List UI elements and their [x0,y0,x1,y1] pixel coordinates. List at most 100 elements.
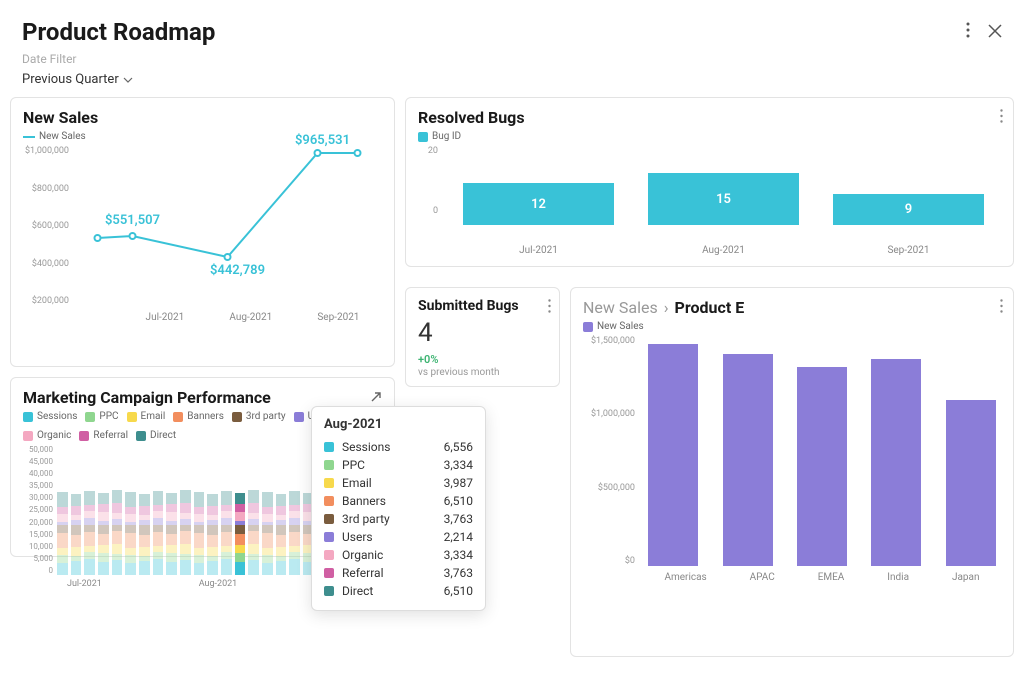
pe-bar[interactable] [946,400,996,566]
mk-ytick: 5,000 [23,554,53,563]
mk-segment [71,515,82,520]
mk-column[interactable] [98,493,109,575]
mk-column[interactable] [207,494,218,575]
mk-segment [235,525,246,534]
legend-swatch [85,412,95,422]
mk-column[interactable] [139,494,150,575]
pe-bar[interactable] [648,344,698,566]
header-more-icon[interactable] [966,22,970,42]
crumb-parent[interactable]: New Sales [583,298,658,317]
mk-segment [289,532,300,546]
rb-bar[interactable]: 15 [648,173,800,225]
mk-segment [98,553,109,562]
mk-segment [112,519,123,525]
mk-ytick: 30,000 [23,493,53,502]
product-e-chart[interactable]: $1,500,000 $1,000,000 $500,000 $0 Americ… [583,336,1001,606]
tooltip-row: Referral3,763 [324,564,473,582]
mk-segment [98,534,109,545]
mk-column[interactable] [221,491,232,575]
mk-column[interactable] [262,492,273,575]
mk-column[interactable] [180,490,191,575]
mk-segment [276,561,287,575]
mk-segment [235,493,246,504]
new-sales-line-chart[interactable]: $551,507 $442,789 $965,531 [73,146,382,306]
expand-icon[interactable] [370,388,382,407]
rb-xtick: Aug-2021 [702,245,745,256]
mk-segment [71,494,82,506]
submitted-bugs-card: Submitted Bugs 4 +0% vs previous month [405,287,560,387]
tooltip-label: Banners [342,494,386,508]
mk-segment [207,547,218,556]
mk-segment [207,561,218,575]
svg-text:$965,531: $965,531 [295,133,350,148]
pe-bar[interactable] [871,359,921,566]
tooltip-label: Sessions [342,440,390,454]
mk-segment [139,556,150,561]
mk-segment [166,521,177,525]
mk-segment [153,511,164,518]
tooltip-value: 2,214 [444,530,473,544]
card-more-icon[interactable] [1000,298,1003,317]
mk-segment [112,544,123,554]
mk-column[interactable] [289,491,300,575]
mk-column[interactable] [235,493,246,575]
tooltip-label: Referral [342,566,384,580]
mk-segment [84,546,95,552]
mk-segment [112,503,123,513]
mk-column[interactable] [194,492,205,575]
tooltip-value: 3,763 [444,512,473,526]
mk-column[interactable] [276,494,287,575]
rb-bar[interactable]: 9 [833,194,985,225]
resolved-bugs-chart[interactable]: 20 0 12 Jul-2021 15 Aug-2021 9 Sep-2021 [418,146,1001,256]
resolved-bugs-card: Resolved Bugs Bug ID 20 0 12 Jul-2021 15… [405,97,1014,267]
mk-ytick: 20,000 [23,518,53,527]
mk-segment [235,562,246,575]
ns-ytick: $400,000 [23,259,69,269]
card-more-icon[interactable] [548,298,551,317]
pe-xtick: Americas [664,572,706,583]
product-e-breadcrumb[interactable]: New Sales › Product E [583,298,1001,317]
pe-bar[interactable] [797,367,847,566]
mk-segment [166,493,177,504]
mk-segment [125,555,136,563]
mk-column[interactable] [71,494,82,575]
date-filter-dropdown[interactable]: Previous Quarter [22,72,133,87]
mk-segment [57,525,68,533]
mk-column[interactable] [125,492,136,575]
pe-ytick: $1,000,000 [583,409,635,419]
mk-segment [71,506,82,515]
svg-text:$551,507: $551,507 [105,213,160,228]
mk-column[interactable] [57,492,68,575]
pe-bar[interactable] [723,354,773,566]
tooltip-value: 3,987 [444,476,473,490]
rb-ytick: 20 [418,146,438,156]
close-icon[interactable] [988,23,1002,42]
mk-column[interactable] [84,491,95,575]
new-sales-legend: New Sales [39,131,86,142]
mk-segment [262,514,273,522]
mk-column[interactable] [153,491,164,575]
mk-column[interactable] [166,493,177,575]
mk-segment [194,563,205,575]
mk-segment [153,532,164,546]
rb-bar[interactable]: 12 [463,183,615,225]
card-more-icon[interactable] [1000,108,1003,127]
tooltip-label: Direct [342,584,373,598]
mk-segment [248,490,259,503]
mk-segment [139,515,150,520]
pe-xtick: India [887,572,909,583]
mk-segment [221,532,232,546]
mk-ytick: 45,000 [23,457,53,466]
mk-segment [289,552,300,559]
mk-column[interactable] [248,490,259,575]
mk-segment [248,531,259,544]
mk-column[interactable] [112,490,123,575]
mk-segment [153,491,164,505]
tooltip-swatch [324,532,334,542]
legend-swatch [23,412,33,422]
mk-segment [180,503,191,513]
ns-ytick: $800,000 [23,184,69,194]
tooltip-label: PPC [342,458,365,472]
mk-segment [235,534,246,545]
mk-segment [221,559,232,575]
